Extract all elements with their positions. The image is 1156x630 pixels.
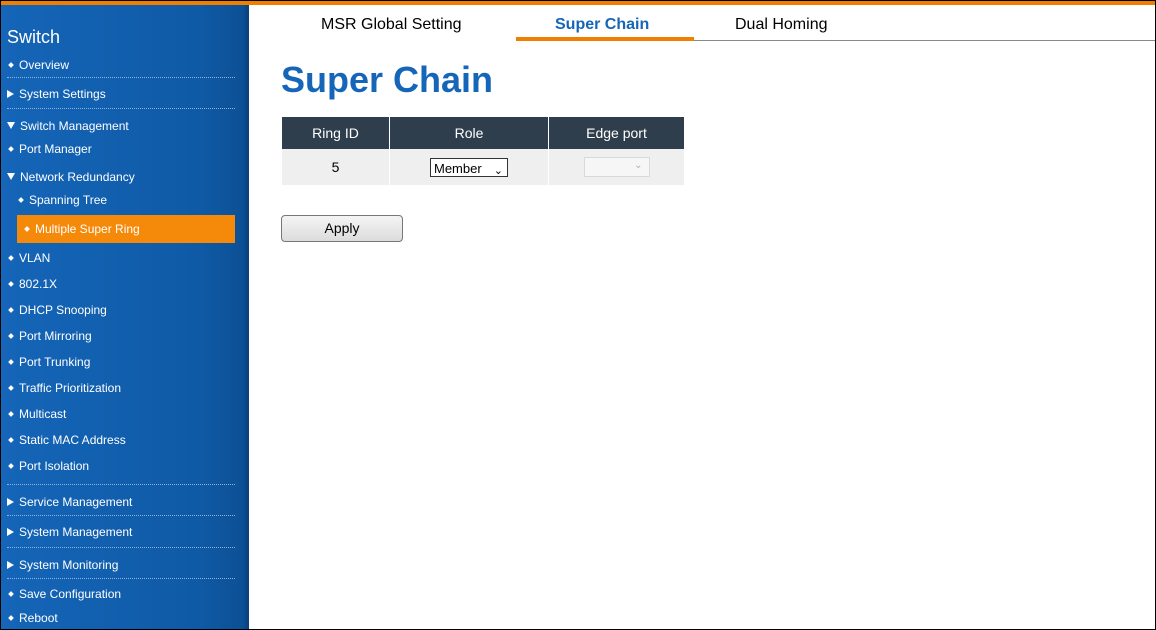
- active-tab-indicator: [516, 37, 694, 41]
- bullet-icon: [8, 254, 14, 261]
- sidebar-item-label: Switch Management: [20, 119, 129, 133]
- sidebar-item-port-manager[interactable]: Port Manager: [7, 139, 92, 159]
- sidebar-item-static-mac[interactable]: Static MAC Address: [7, 430, 126, 450]
- sidebar-divider: [7, 108, 235, 109]
- expand-right-icon: [7, 89, 14, 98]
- bullet-icon: [8, 332, 14, 339]
- sidebar-item-traffic-prioritization[interactable]: Traffic Prioritization: [7, 378, 121, 398]
- role-select[interactable]: Member ⌄: [430, 157, 508, 177]
- page-title: Super Chain: [281, 59, 494, 100]
- sidebar: Switch Overview System Settings Switch M…: [1, 5, 249, 629]
- sidebar-item-port-mirroring[interactable]: Port Mirroring: [7, 326, 92, 346]
- bullet-icon: [8, 280, 14, 287]
- expand-down-icon: [7, 173, 15, 181]
- ring-id-cell: 5: [282, 149, 390, 185]
- sidebar-item-multiple-super-ring[interactable]: Multiple Super Ring: [17, 215, 235, 243]
- sidebar-item-label: Port Manager: [19, 142, 92, 156]
- sidebar-item-reboot[interactable]: Reboot: [7, 608, 58, 628]
- bullet-icon: [8, 436, 14, 443]
- sidebar-item-port-isolation[interactable]: Port Isolation: [7, 456, 89, 476]
- tab-msr-global-setting[interactable]: MSR Global Setting: [321, 16, 462, 34]
- expand-down-icon: [7, 122, 15, 130]
- sidebar-item-label: System Management: [19, 525, 133, 539]
- app-frame: Switch Overview System Settings Switch M…: [0, 0, 1156, 630]
- sidebar-item-system-management[interactable]: System Management: [7, 522, 132, 542]
- sidebar-item-port-trunking[interactable]: Port Trunking: [7, 352, 90, 372]
- bullet-icon: [8, 306, 14, 313]
- sidebar-item-label: Network Redundancy: [20, 170, 135, 184]
- column-header-edge-port: Edge port: [548, 117, 684, 149]
- tab-bar: MSR Global Setting Super Chain Dual Homi…: [263, 5, 1155, 41]
- sidebar-divider: [7, 77, 235, 78]
- sidebar-divider: [7, 515, 235, 516]
- sidebar-item-label: Multiple Super Ring: [35, 222, 140, 236]
- sidebar-item-8021x[interactable]: 802.1X: [7, 274, 57, 294]
- sidebar-item-dhcp-snooping[interactable]: DHCP Snooping: [7, 300, 107, 320]
- tab-dual-homing[interactable]: Dual Homing: [735, 16, 827, 34]
- bullet-icon: [8, 614, 14, 621]
- sidebar-item-system-monitoring[interactable]: System Monitoring: [7, 555, 118, 575]
- role-select-value: Member: [434, 160, 482, 176]
- chevron-down-icon: ⌄: [634, 160, 643, 171]
- sidebar-item-spanning-tree[interactable]: Spanning Tree: [17, 190, 107, 210]
- sidebar-item-save-configuration[interactable]: Save Configuration: [7, 584, 121, 604]
- table-row: 5 Member ⌄ ⌄: [282, 149, 684, 185]
- sidebar-item-multicast[interactable]: Multicast: [7, 404, 66, 424]
- sidebar-divider: [7, 547, 235, 548]
- sidebar-title: Switch: [7, 27, 61, 47]
- sidebar-item-vlan[interactable]: VLAN: [7, 248, 50, 268]
- bullet-icon: [8, 61, 14, 68]
- edge-port-select: ⌄: [583, 157, 650, 177]
- sidebar-item-label: 802.1X: [19, 277, 58, 291]
- sidebar-item-label: Spanning Tree: [29, 193, 108, 207]
- sidebar-item-service-management[interactable]: Service Management: [7, 492, 132, 512]
- bullet-icon: [8, 145, 14, 152]
- sidebar-item-switch-management[interactable]: Switch Management: [7, 116, 129, 136]
- sidebar-edge: [243, 5, 249, 629]
- sidebar-item-label: DHCP Snooping: [19, 303, 107, 317]
- sidebar-divider: [7, 578, 235, 579]
- bullet-icon: [8, 410, 14, 417]
- sidebar-item-overview[interactable]: Overview: [7, 55, 69, 75]
- sidebar-item-label: Static MAC Address: [19, 433, 126, 447]
- sidebar-item-label: System Monitoring: [19, 558, 119, 572]
- sidebar-item-label: Service Management: [19, 495, 133, 509]
- super-chain-table: Ring ID Role Edge port 5 Member ⌄ ⌄: [282, 117, 684, 185]
- sidebar-item-label: Traffic Prioritization: [19, 381, 122, 395]
- bullet-icon: [8, 462, 14, 469]
- sidebar-item-label: Reboot: [19, 611, 58, 625]
- bullet-icon: [8, 358, 14, 365]
- tab-divider: [694, 40, 1155, 41]
- sidebar-item-label: VLAN: [19, 251, 51, 265]
- sidebar-item-label: Port Mirroring: [19, 329, 92, 343]
- bullet-icon: [8, 590, 14, 597]
- sidebar-item-system-settings[interactable]: System Settings: [7, 84, 106, 104]
- expand-right-icon: [7, 527, 14, 536]
- sidebar-item-label: Overview: [19, 58, 70, 72]
- expand-right-icon: [7, 560, 14, 569]
- sidebar-item-label: Save Configuration: [19, 587, 122, 601]
- chevron-down-icon: ⌄: [493, 164, 503, 177]
- sidebar-item-network-redundancy[interactable]: Network Redundancy: [7, 167, 135, 187]
- expand-right-icon: [7, 497, 14, 506]
- edge-port-cell: ⌄: [548, 149, 684, 185]
- tab-super-chain[interactable]: Super Chain: [555, 16, 649, 34]
- sidebar-item-label: Multicast: [19, 407, 67, 421]
- sidebar-item-label: System Settings: [19, 87, 106, 101]
- column-header-role: Role: [389, 117, 549, 149]
- role-cell: Member ⌄: [389, 149, 549, 185]
- apply-button[interactable]: Apply: [281, 215, 403, 242]
- bullet-icon: [24, 225, 30, 232]
- bullet-icon: [8, 384, 14, 391]
- sidebar-item-label: Port Isolation: [19, 459, 90, 473]
- bullet-icon: [18, 196, 24, 203]
- sidebar-item-label: Port Trunking: [19, 355, 91, 369]
- column-header-ring-id: Ring ID: [282, 117, 390, 149]
- sidebar-divider: [7, 484, 235, 485]
